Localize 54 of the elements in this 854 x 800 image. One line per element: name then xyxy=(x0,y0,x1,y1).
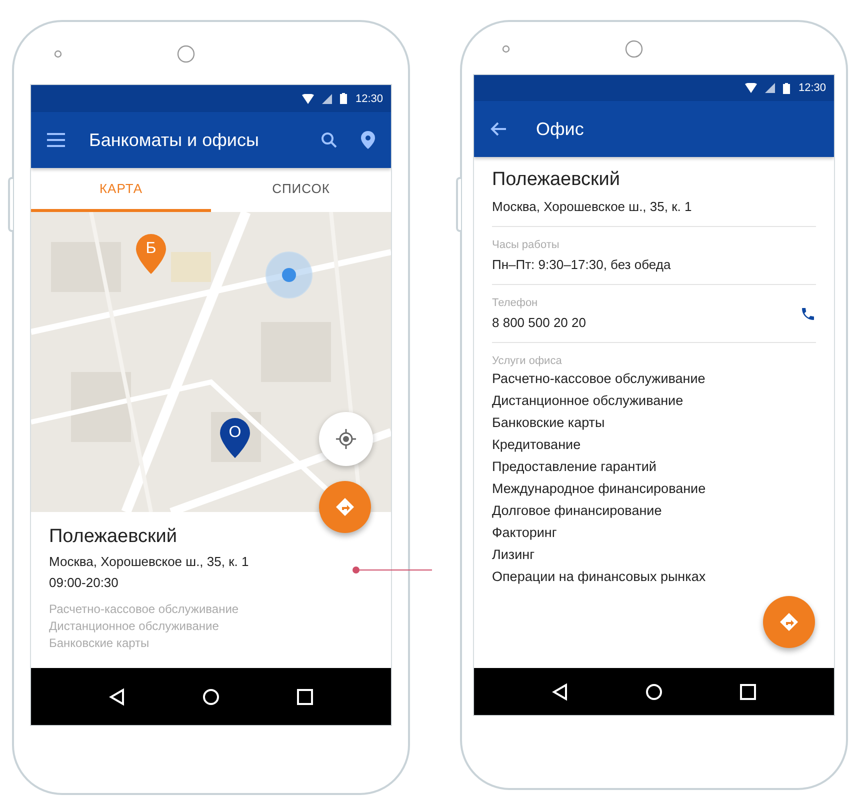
service-item: Расчетно-кассовое обслуживание xyxy=(492,370,706,388)
location-pin-icon[interactable] xyxy=(361,131,375,149)
home-icon[interactable] xyxy=(202,688,220,706)
service-item: Дистанционное обслуживание xyxy=(49,619,220,633)
back-arrow-icon[interactable] xyxy=(490,122,506,136)
back-icon[interactable] xyxy=(109,688,126,706)
services-label: Услуги офиса xyxy=(492,355,563,367)
recents-icon[interactable] xyxy=(296,688,313,704)
office-address: Москва, Хорошевское ш., 35, к. 1 xyxy=(492,199,693,214)
search-icon[interactable] xyxy=(321,132,337,148)
camera-icon xyxy=(625,40,643,58)
hours-label: Часы работы xyxy=(492,239,560,251)
camera-icon xyxy=(177,44,195,62)
my-location-icon xyxy=(264,250,314,300)
service-item: Операции на финансовых рынках xyxy=(492,568,707,586)
signal-icon xyxy=(765,83,776,93)
menu-icon[interactable] xyxy=(47,133,65,147)
service-item: Дистанционное обслуживание xyxy=(492,392,684,410)
back-icon[interactable] xyxy=(552,682,568,700)
service-item: Кредитование xyxy=(492,436,582,454)
service-item: Факторинг xyxy=(492,524,558,542)
service-item: Банковские карты xyxy=(492,414,606,432)
service-item: Банковские карты xyxy=(49,636,150,650)
sensor-icon xyxy=(502,44,510,52)
directions-icon xyxy=(335,497,355,517)
locate-icon xyxy=(336,429,356,449)
battery-icon xyxy=(340,93,348,104)
office-name: Полежаевский xyxy=(49,526,178,548)
recents-icon[interactable] xyxy=(740,684,756,700)
office-name: Полежаевский xyxy=(492,169,622,191)
service-item: Предоставление гарантий xyxy=(492,458,658,476)
app-title: Банкоматы и офисы xyxy=(89,130,260,150)
service-item: Лизинг xyxy=(492,546,536,564)
phone-icon[interactable] xyxy=(800,306,816,322)
hours-value: Пн–Пт: 9:30–17:30, без обеда xyxy=(492,257,672,272)
office-hours: 09:00-20:30 xyxy=(49,575,120,590)
directions-button[interactable] xyxy=(763,596,815,648)
directions-button[interactable] xyxy=(319,481,371,533)
service-item: Долговое финансирование xyxy=(492,502,663,520)
directions-icon xyxy=(779,612,799,632)
wifi-icon xyxy=(302,94,314,104)
home-icon[interactable] xyxy=(644,682,663,700)
wifi-icon xyxy=(745,83,758,93)
app-title: Офис xyxy=(536,118,584,140)
service-item: Расчетно-кассовое обслуживание xyxy=(49,602,240,616)
sensor-icon xyxy=(54,50,62,58)
service-item: Международное финансирование xyxy=(492,480,707,498)
phone-number: 8 800 500 20 20 xyxy=(492,315,586,330)
status-time: 12:30 xyxy=(355,92,383,104)
signal-icon xyxy=(322,94,332,104)
battery-icon xyxy=(783,82,790,94)
phone-label: Телефон xyxy=(492,297,539,309)
status-time: 12:30 xyxy=(798,82,826,94)
office-address: Москва, Хорошевское ш., 35, к. 1 xyxy=(49,554,250,569)
